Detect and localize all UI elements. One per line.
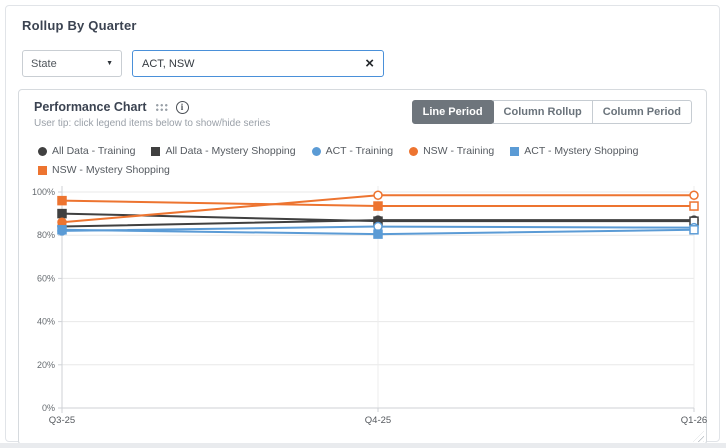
- legend-label: NSW - Training: [423, 145, 494, 157]
- performance-chart-panel: Performance Chart i User tip: click lege…: [18, 89, 707, 445]
- data-point[interactable]: [374, 223, 382, 231]
- info-icon[interactable]: i: [176, 101, 189, 114]
- view-button-line-period[interactable]: Line Period: [412, 100, 494, 124]
- view-button-column-rollup[interactable]: Column Rollup: [493, 100, 593, 124]
- x-tick-label: Q4-25: [365, 415, 391, 426]
- y-tick-label: 0%: [42, 403, 55, 413]
- legend-item[interactable]: NSW - Training: [409, 145, 494, 157]
- data-point[interactable]: [58, 218, 66, 226]
- panel-title: Performance Chart: [34, 100, 147, 114]
- legend-item[interactable]: NSW - Mystery Shopping: [38, 164, 170, 176]
- data-point[interactable]: [374, 202, 382, 210]
- data-point[interactable]: [58, 197, 66, 205]
- legend-label: ACT - Mystery Shopping: [524, 145, 638, 157]
- y-tick-label: 20%: [37, 360, 55, 370]
- legend-item[interactable]: ACT - Mystery Shopping: [510, 145, 638, 157]
- line-chart: 0% 20% 40% 60% 80% 100% Q3-25 Q4-25 Q1-26: [34, 186, 706, 430]
- square-marker-icon: [38, 166, 47, 175]
- state-filter-value: ACT, NSW: [142, 58, 195, 70]
- panel-header: Performance Chart i User tip: click lege…: [34, 100, 692, 129]
- chevron-down-icon: ▼: [106, 60, 113, 67]
- data-point[interactable]: [58, 226, 66, 234]
- legend-label: ACT - Training: [326, 145, 394, 157]
- circle-marker-icon: [38, 147, 47, 156]
- view-toggle-group: Line PeriodColumn RollupColumn Period: [412, 100, 692, 124]
- data-point[interactable]: [690, 226, 698, 234]
- data-point[interactable]: [690, 191, 698, 199]
- rollup-panel: Rollup By Quarter State ▼ ACT, NSW × Per…: [5, 5, 720, 442]
- chart-area: 0%20%40%60%80%100%Q3-25Q4-25Q1-26: [34, 186, 692, 430]
- filter-row: State ▼ ACT, NSW ×: [22, 50, 707, 77]
- state-filter-input[interactable]: ACT, NSW ×: [132, 50, 384, 77]
- circle-marker-icon: [312, 147, 321, 156]
- resize-handle-icon[interactable]: [693, 431, 704, 442]
- page-background-strip: [0, 443, 726, 448]
- y-tick-label: 80%: [37, 230, 55, 240]
- clear-icon[interactable]: ×: [365, 56, 374, 71]
- data-point[interactable]: [58, 210, 66, 218]
- data-point[interactable]: [690, 202, 698, 210]
- y-tick-label: 100%: [32, 187, 55, 197]
- y-tick-label: 40%: [37, 317, 55, 327]
- circle-marker-icon: [409, 147, 418, 156]
- legend-label: All Data - Mystery Shopping: [165, 145, 295, 157]
- x-tick-label: Q1-26: [681, 415, 707, 426]
- square-marker-icon: [151, 147, 160, 156]
- data-point[interactable]: [374, 230, 382, 238]
- legend-label: NSW - Mystery Shopping: [52, 164, 170, 176]
- legend-item[interactable]: ACT - Training: [312, 145, 394, 157]
- data-point[interactable]: [374, 191, 382, 199]
- legend-item[interactable]: All Data - Training: [38, 145, 135, 157]
- drag-handle-icon[interactable]: [155, 103, 168, 112]
- legend-label: All Data - Training: [52, 145, 135, 157]
- view-button-column-period[interactable]: Column Period: [592, 100, 692, 124]
- x-tick-label: Q3-25: [49, 415, 75, 426]
- y-tick-label: 60%: [37, 273, 55, 283]
- chart-legend: All Data - Training All Data - Mystery Sh…: [38, 145, 688, 176]
- page-title: Rollup By Quarter: [22, 18, 707, 33]
- state-select-value: State: [31, 58, 57, 70]
- state-select[interactable]: State ▼: [22, 50, 122, 77]
- user-tip-text: User tip: click legend items below to sh…: [34, 118, 270, 129]
- square-marker-icon: [510, 147, 519, 156]
- legend-item[interactable]: All Data - Mystery Shopping: [151, 145, 295, 157]
